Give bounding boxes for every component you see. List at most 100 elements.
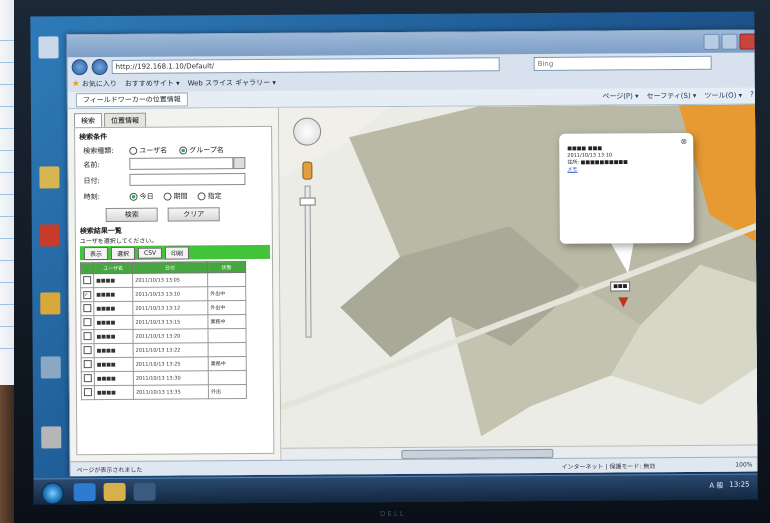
- radio-user[interactable]: ユーザ名: [129, 146, 167, 156]
- results-note: ユーザを選択してください。: [79, 237, 158, 246]
- row-checkbox-cell[interactable]: [80, 329, 95, 344]
- map-view[interactable]: ⊗ ■■■■ ■■■ 2011/10/13 13:10 住所: ■■■■■■■■…: [278, 104, 758, 460]
- print-button[interactable]: 印刷: [165, 245, 190, 260]
- taskbar-ie-icon[interactable]: [73, 483, 96, 502]
- row-checkbox[interactable]: [83, 303, 92, 312]
- select-button[interactable]: 選択: [110, 246, 136, 260]
- radio-icon: [179, 146, 188, 155]
- minimize-button[interactable]: [703, 33, 720, 50]
- row-checkbox[interactable]: ✓: [83, 290, 92, 299]
- table-row[interactable]: ■■■■ 2011/10/13 13:12 外出中: [80, 300, 246, 316]
- favorites-item[interactable]: Web スライス ギャラリー ▾: [188, 78, 276, 89]
- popup-content: ■■■■ ■■■ 2011/10/13 13:10 住所: ■■■■■■■■■■…: [567, 145, 685, 174]
- tab-location[interactable]: 位置情報: [103, 112, 147, 129]
- system-tray: A 般 13:25: [709, 481, 749, 491]
- row-checkbox[interactable]: [83, 387, 92, 396]
- table-row[interactable]: ■■■■ 2011/10/13 13:15 業務中: [80, 314, 246, 330]
- radio-label: グループ名: [189, 146, 224, 155]
- desktop-icon-disk[interactable]: [41, 426, 62, 449]
- row-checkbox-cell[interactable]: [81, 371, 95, 386]
- location-marker-icon[interactable]: [618, 297, 629, 308]
- cell-date: 2011/10/13 13:30: [133, 370, 209, 386]
- radio-icon: [197, 192, 206, 201]
- cell-user: ■■■■: [94, 343, 134, 358]
- name-input[interactable]: [129, 157, 234, 170]
- back-button[interactable]: [71, 59, 88, 76]
- table-row[interactable]: ✓ ■■■■ 2011/10/13 13:10 外出中: [80, 286, 246, 302]
- desktop-icon-tool[interactable]: [40, 292, 61, 315]
- popup-tail: [609, 241, 635, 274]
- cell-status: 業務中: [208, 356, 247, 371]
- command-tools[interactable]: ツール(O) ▾: [704, 91, 742, 101]
- row-checkbox-cell[interactable]: [81, 385, 95, 400]
- row-checkbox-cell[interactable]: [80, 301, 94, 316]
- maximize-button[interactable]: [721, 33, 738, 50]
- row-checkbox-cell[interactable]: [80, 273, 94, 288]
- window-titlebar[interactable]: [67, 30, 758, 58]
- command-help[interactable]: ?: [750, 90, 754, 100]
- row-checkbox[interactable]: [83, 275, 92, 284]
- row-checkbox-cell[interactable]: ✓: [80, 287, 94, 302]
- desktop-icon-recycle[interactable]: [38, 36, 59, 59]
- taskbar-folder-icon[interactable]: [103, 482, 126, 502]
- taskbar-media-icon[interactable]: [133, 482, 156, 501]
- page-content: 検索 位置情報 検索条件 検索種類: ユーザ名 グループ名 名前: 日付: 時刻…: [67, 104, 758, 462]
- row-checkbox-cell[interactable]: [81, 343, 95, 358]
- radio-period[interactable]: 期間: [163, 191, 188, 201]
- ime-indicator[interactable]: A 般: [709, 481, 723, 491]
- desktop-icon-app[interactable]: [39, 224, 60, 247]
- cell-date: 2011/10/13 13:22: [133, 342, 209, 358]
- favorites-item[interactable]: ★ お気に入り: [72, 79, 117, 89]
- popup-link[interactable]: メモ: [567, 166, 685, 174]
- command-safety[interactable]: セーフティ(S) ▾: [647, 91, 697, 101]
- table-row[interactable]: ■■■■ 2011/10/13 13:35 外出: [81, 384, 247, 400]
- date-input[interactable]: [129, 173, 246, 186]
- pan-control[interactable]: [293, 117, 322, 146]
- col-header-user: ユーザ名: [93, 262, 133, 274]
- radio-specified[interactable]: 指定: [197, 191, 222, 201]
- row-checkbox-cell[interactable]: [81, 357, 95, 372]
- search-input[interactable]: Bing: [533, 55, 712, 72]
- cell-date: 2011/10/13 13:12: [132, 300, 208, 316]
- table-row[interactable]: ■■■■ 2011/10/13 13:05: [80, 272, 246, 288]
- close-button[interactable]: [739, 33, 756, 50]
- table-row[interactable]: ■■■■ 2011/10/13 13:20: [80, 328, 247, 344]
- row-checkbox[interactable]: [83, 317, 92, 326]
- row-checkbox[interactable]: [83, 373, 92, 382]
- desktop-icon-shortcut[interactable]: [40, 356, 61, 379]
- browser-tab[interactable]: フィールドワーカーの位置情報: [75, 92, 188, 108]
- table-row[interactable]: ■■■■ 2011/10/13 13:30: [81, 370, 247, 386]
- radio-today[interactable]: 今日: [129, 192, 154, 202]
- row-checkbox[interactable]: [83, 331, 92, 340]
- command-page[interactable]: ページ(P) ▾: [602, 91, 638, 101]
- radio-icon: [163, 192, 172, 201]
- address-bar: http://192.168.1.10/Default/ Bing: [71, 54, 756, 76]
- start-button[interactable]: [41, 482, 64, 505]
- table-row[interactable]: ■■■■ 2011/10/13 13:25 業務中: [81, 356, 247, 372]
- zoom-level[interactable]: 100%: [735, 461, 752, 468]
- zoom-slider-thumb[interactable]: [299, 197, 316, 206]
- row-checkbox[interactable]: [83, 345, 92, 354]
- name-lookup-button[interactable]: [233, 157, 246, 170]
- clock[interactable]: 13:25: [729, 481, 749, 491]
- table-row[interactable]: ■■■■ 2011/10/13 13:22: [81, 342, 247, 358]
- streetview-pegman-icon[interactable]: [302, 161, 313, 180]
- favorites-item[interactable]: おすすめサイト ▾: [125, 78, 180, 88]
- csv-button[interactable]: CSV: [137, 247, 163, 259]
- cell-date: 2011/10/13 13:25: [133, 356, 209, 372]
- clear-button[interactable]: クリア: [167, 207, 220, 222]
- tab-search[interactable]: 検索: [73, 113, 103, 129]
- show-button[interactable]: 表示: [83, 246, 109, 260]
- zoom-slider[interactable]: [304, 185, 312, 338]
- radio-group[interactable]: グループ名: [179, 145, 224, 155]
- search-button[interactable]: 検索: [105, 207, 158, 223]
- row-checkbox-cell[interactable]: [80, 315, 94, 330]
- desktop-icon-folder[interactable]: [39, 166, 60, 189]
- star-icon: ★: [71, 79, 80, 90]
- row-checkbox[interactable]: [83, 359, 92, 368]
- favorites-label: おすすめサイト ▾: [124, 79, 180, 88]
- forward-button[interactable]: [91, 58, 108, 76]
- url-input[interactable]: http://192.168.1.10/Default/: [111, 57, 500, 74]
- security-zone: インターネット | 保護モード: 無効: [561, 462, 656, 471]
- radio-label: 期間: [173, 192, 188, 201]
